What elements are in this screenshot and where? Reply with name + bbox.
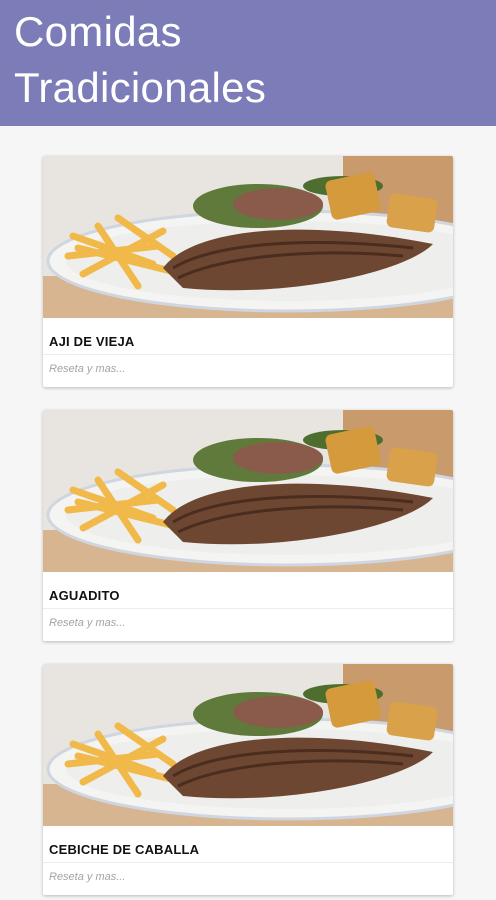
dish-image bbox=[43, 664, 453, 826]
recipe-title: AGUADITO bbox=[49, 588, 120, 603]
app-bar: Comidas Tradicionales bbox=[0, 0, 496, 126]
dish-image bbox=[43, 410, 453, 572]
recipe-card[interactable]: AJI DE VIEJA Reseta y mas... bbox=[43, 156, 453, 387]
recipe-title: CEBICHE DE CABALLA bbox=[49, 842, 200, 857]
divider bbox=[43, 862, 453, 863]
recipe-subtitle: Reseta y mas... bbox=[49, 617, 126, 629]
recipe-card[interactable]: AGUADITO Reseta y mas... bbox=[43, 410, 453, 641]
divider bbox=[43, 608, 453, 609]
app-title: Comidas Tradicionales bbox=[14, 8, 267, 111]
recipe-subtitle: Reseta y mas... bbox=[49, 871, 126, 883]
recipe-card[interactable]: CEBICHE DE CABALLA Reseta y mas... bbox=[43, 664, 453, 895]
recipe-subtitle: Reseta y mas... bbox=[49, 363, 126, 375]
divider bbox=[43, 354, 453, 355]
recipe-title: AJI DE VIEJA bbox=[49, 334, 135, 349]
dish-image bbox=[43, 156, 453, 318]
